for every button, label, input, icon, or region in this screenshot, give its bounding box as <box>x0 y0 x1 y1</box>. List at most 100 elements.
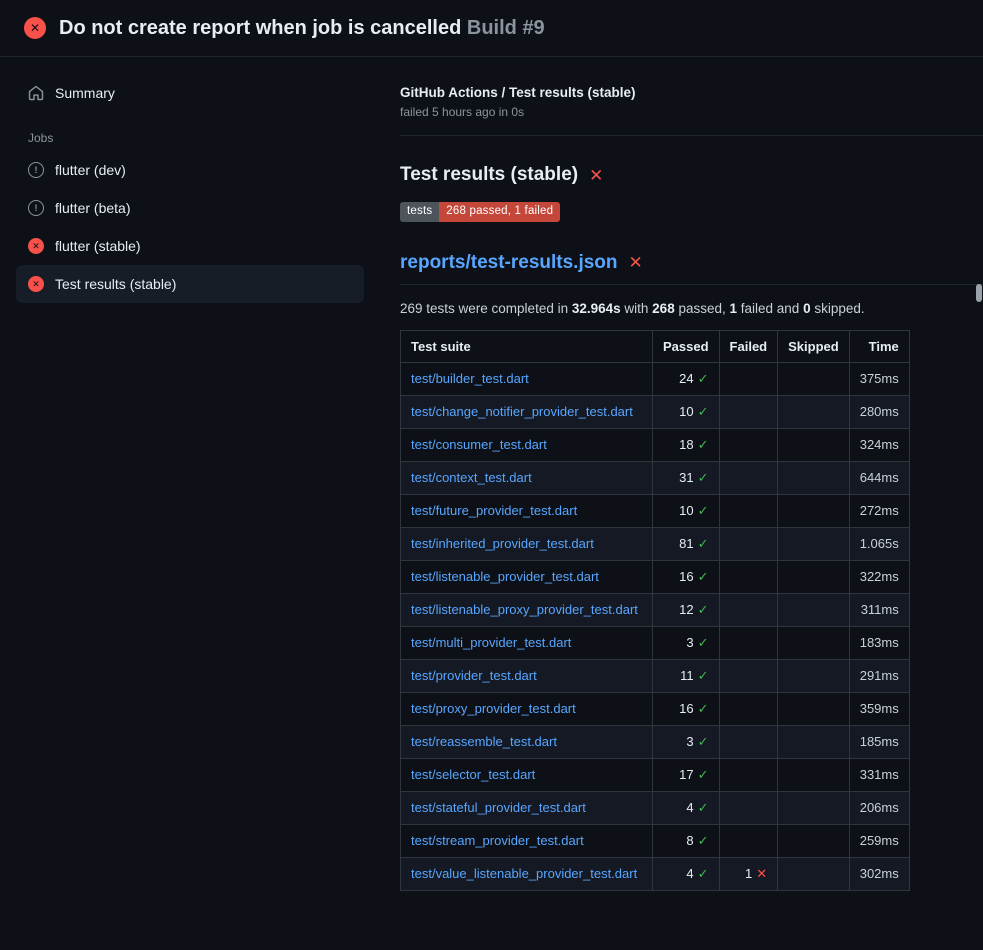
check-title-text: Test results (stable) <box>400 164 578 186</box>
test-suite-row: test/stateful_provider_test.dart4✓206ms <box>401 791 910 824</box>
failed-cell <box>719 725 778 758</box>
passed-cell-value: 3 <box>686 635 693 650</box>
results-table: Test suitePassedFailedSkippedTime test/b… <box>400 330 910 891</box>
failed-cell <box>719 362 778 395</box>
passed-cell-value: 16 <box>679 569 693 584</box>
skipped-cell <box>778 725 850 758</box>
main-content: GitHub Actions / Test results (stable) f… <box>380 57 983 891</box>
passed-cell: 12✓ <box>653 593 720 626</box>
passed-cell: 17✓ <box>653 758 720 791</box>
check-icon: ✓ <box>698 734 709 749</box>
passed-cell: 18✓ <box>653 428 720 461</box>
test-suite-row: test/listenable_provider_test.dart16✓322… <box>401 560 910 593</box>
time-cell: 183ms <box>849 626 909 659</box>
suite-link[interactable]: test/inherited_provider_test.dart <box>411 536 594 551</box>
suite-link[interactable]: test/proxy_provider_test.dart <box>411 701 576 716</box>
test-suite-row: test/proxy_provider_test.dart16✓359ms <box>401 692 910 725</box>
sidebar-item-summary[interactable]: Summary <box>16 79 364 107</box>
passed-cell-value: 31 <box>679 470 693 485</box>
sidebar-job-label: flutter (beta) <box>55 200 130 216</box>
sidebar-job-flutter-beta[interactable]: ! flutter (beta) <box>16 189 364 227</box>
passed-cell: 10✓ <box>653 494 720 527</box>
suite-link[interactable]: test/selector_test.dart <box>411 767 535 782</box>
summary-passed-count: 268 <box>652 301 675 316</box>
table-header-row: Test suitePassedFailedSkippedTime <box>401 330 910 362</box>
header-bar: ✕ Do not create report when job is cance… <box>0 0 983 57</box>
suite-link[interactable]: test/multi_provider_test.dart <box>411 635 571 650</box>
skipped-cell <box>778 494 850 527</box>
tests-badge: tests 268 passed, 1 failed <box>400 202 560 222</box>
failed-cell <box>719 494 778 527</box>
failed-cell <box>719 659 778 692</box>
failed-cell <box>719 692 778 725</box>
suite-link[interactable]: test/builder_test.dart <box>411 371 529 386</box>
skipped-cell <box>778 692 850 725</box>
passed-cell: 31✓ <box>653 461 720 494</box>
x-circle-icon: ✕ <box>28 238 44 254</box>
passed-cell: 24✓ <box>653 362 720 395</box>
summary-failed-count: 1 <box>730 301 738 316</box>
passed-cell: 81✓ <box>653 527 720 560</box>
layout: Summary Jobs !flutter (dev)! flutter (bet… <box>0 57 983 891</box>
check-icon: ✓ <box>698 701 709 716</box>
suite-link[interactable]: test/listenable_provider_test.dart <box>411 569 599 584</box>
summary-label: Summary <box>55 85 115 101</box>
skipped-cell <box>778 461 850 494</box>
failed-cell <box>719 527 778 560</box>
summary-fragment: failed and <box>737 301 803 316</box>
suite-link[interactable]: test/listenable_proxy_provider_test.dart <box>411 602 638 617</box>
check-icon: ✓ <box>698 767 709 782</box>
suite-link[interactable]: test/change_notifier_provider_test.dart <box>411 404 633 419</box>
failed-x-circle-icon: ✕ <box>24 17 46 39</box>
skipped-cell <box>778 395 850 428</box>
run-name: Do not create report when job is cancell… <box>59 17 461 39</box>
neutral-circle-icon: ! <box>28 200 44 216</box>
time-cell: 1.065s <box>849 527 909 560</box>
suite-link[interactable]: test/future_provider_test.dart <box>411 503 577 518</box>
column-header-skipped: Skipped <box>778 330 850 362</box>
summary-duration: 32.964s <box>572 301 621 316</box>
failed-cell <box>719 626 778 659</box>
suite-link[interactable]: test/context_test.dart <box>411 470 532 485</box>
jobs-section-label: Jobs <box>16 131 364 145</box>
suite-link[interactable]: test/value_listenable_provider_test.dart <box>411 866 637 881</box>
page-title: Do not create report when job is cancell… <box>59 17 545 40</box>
column-header-passed: Passed <box>653 330 720 362</box>
time-cell: 311ms <box>849 593 909 626</box>
suite-cell: test/value_listenable_provider_test.dart <box>401 857 653 890</box>
passed-cell-value: 10 <box>679 503 693 518</box>
sidebar-job-flutter-stable[interactable]: ✕flutter (stable) <box>16 227 364 265</box>
check-run-page: ✕ Do not create report when job is cance… <box>0 0 983 891</box>
report-link[interactable]: reports/test-results.json <box>400 252 618 274</box>
suite-cell: test/reassemble_test.dart <box>401 725 653 758</box>
suite-link[interactable]: test/reassemble_test.dart <box>411 734 557 749</box>
test-suite-row: test/listenable_proxy_provider_test.dart… <box>401 593 910 626</box>
summary-fragment: passed, <box>675 301 730 316</box>
passed-cell-value: 8 <box>686 833 693 848</box>
scrollbar-thumb[interactable] <box>976 284 982 302</box>
summary-text: 269 tests were completed in 32.964s with… <box>400 301 959 316</box>
suite-cell: test/stateful_provider_test.dart <box>401 791 653 824</box>
suite-link[interactable]: test/consumer_test.dart <box>411 437 547 452</box>
time-cell: 206ms <box>849 791 909 824</box>
suite-cell: test/proxy_provider_test.dart <box>401 692 653 725</box>
suite-link[interactable]: test/stream_provider_test.dart <box>411 833 584 848</box>
time-cell: 302ms <box>849 857 909 890</box>
passed-cell-value: 12 <box>679 602 693 617</box>
suite-cell: test/multi_provider_test.dart <box>401 626 653 659</box>
suite-cell: test/inherited_provider_test.dart <box>401 527 653 560</box>
passed-cell-value: 81 <box>679 536 693 551</box>
divider <box>400 135 983 136</box>
suite-link[interactable]: test/provider_test.dart <box>411 668 537 683</box>
passed-cell-value: 10 <box>679 404 693 419</box>
test-suite-row: test/consumer_test.dart18✓324ms <box>401 428 910 461</box>
jobs-list: !flutter (dev)! flutter (beta) ✕flutter (s… <box>16 151 364 303</box>
sidebar-job-test-results-stable[interactable]: ✕Test results (stable) <box>16 265 364 303</box>
report-heading: reports/test-results.json ✕ <box>400 252 983 285</box>
sidebar-job-flutter-dev[interactable]: !flutter (dev) <box>16 151 364 189</box>
suite-cell: test/context_test.dart <box>401 461 653 494</box>
skipped-cell <box>778 362 850 395</box>
failed-cell <box>719 758 778 791</box>
time-cell: 272ms <box>849 494 909 527</box>
suite-link[interactable]: test/stateful_provider_test.dart <box>411 800 586 815</box>
